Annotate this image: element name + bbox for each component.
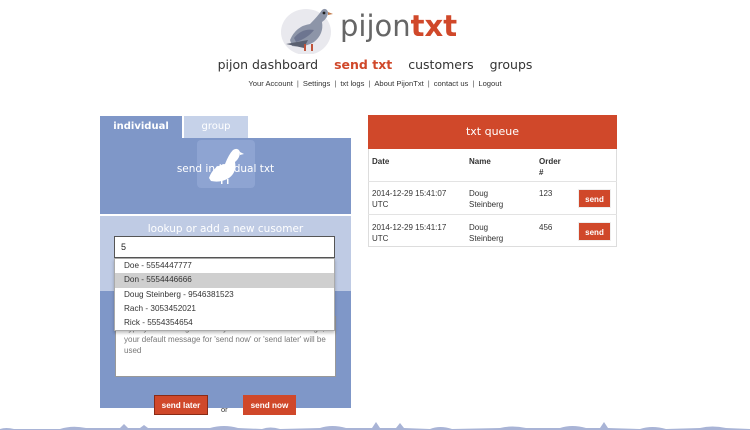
tab-group[interactable]: group [184,116,248,138]
queue-cell-name: Doug Steinberg [469,223,504,243]
autocomplete-option[interactable]: Rick - 5554354654 [115,316,334,330]
send-now-button[interactable]: send now [243,395,296,415]
subnav-separator: | [427,79,430,88]
table-divider [368,181,617,182]
city-skyline-decoration [0,422,750,430]
customer-lookup-input[interactable]: 5 [114,236,335,258]
logo-text[interactable]: pijontxt [340,9,457,43]
subnav-settings[interactable]: Settings [303,79,330,88]
column-header-date: Date [372,157,390,166]
queue-cell-order: 123 [539,189,553,198]
send-individual-title: send individual txt [176,163,275,175]
subnav-separator: | [296,79,299,88]
column-header-name: Name [469,157,491,166]
autocomplete-option[interactable]: Doe - 5554447777 [115,259,334,273]
queue-cell-order: 456 [539,223,553,232]
autocomplete-option[interactable]: Rach - 3053452021 [115,302,334,316]
nav-item-customers[interactable]: customers [408,57,473,72]
autocomplete-option-highlighted[interactable]: Don - 5554446666 [115,273,334,288]
subnav-txt-logs[interactable]: txt logs [340,79,364,88]
nav-item-dashboard[interactable]: pijon dashboard [218,57,319,72]
nav-item-send-txt[interactable]: send txt [334,57,392,72]
nav-item-groups[interactable]: groups [490,57,533,72]
main-nav: pijon dashboard send txt customers group… [0,57,750,72]
queue-send-button[interactable]: send [578,222,611,241]
queue-send-button[interactable]: send [578,189,611,208]
table-divider [368,214,617,215]
queue-cell-date: 2014-12-29 15:41:17 UTC [372,223,447,243]
send-later-button[interactable]: send later [154,395,208,415]
queue-cell-date: 2014-12-29 15:41:07 UTC [372,189,447,209]
queue-cell-name: Doug Steinberg [469,189,504,209]
autocomplete-dropdown: Doe - 5554447777 Don - 5554446666 Doug S… [114,258,335,332]
tab-individual[interactable]: individual [100,116,182,138]
or-label: or [221,405,228,414]
autocomplete-option[interactable]: Doug Steinberg - 9546381523 [115,288,334,302]
subnav-about[interactable]: About PijonTxt [374,79,423,88]
column-header-order: Order # [539,157,561,177]
lookup-title: lookup or add a new cusomer [147,223,304,235]
subnav-your-account[interactable]: Your Account [248,79,292,88]
subnav-separator: | [368,79,371,88]
sub-nav: Your Account | Settings | txt logs | About Pij… [0,79,750,88]
subnav-separator: | [472,79,475,88]
txt-queue-header: txt queue [368,115,617,149]
subnav-contact-us[interactable]: contact us [434,79,469,88]
subnav-separator: | [334,79,337,88]
subnav-logout[interactable]: Logout [478,79,501,88]
